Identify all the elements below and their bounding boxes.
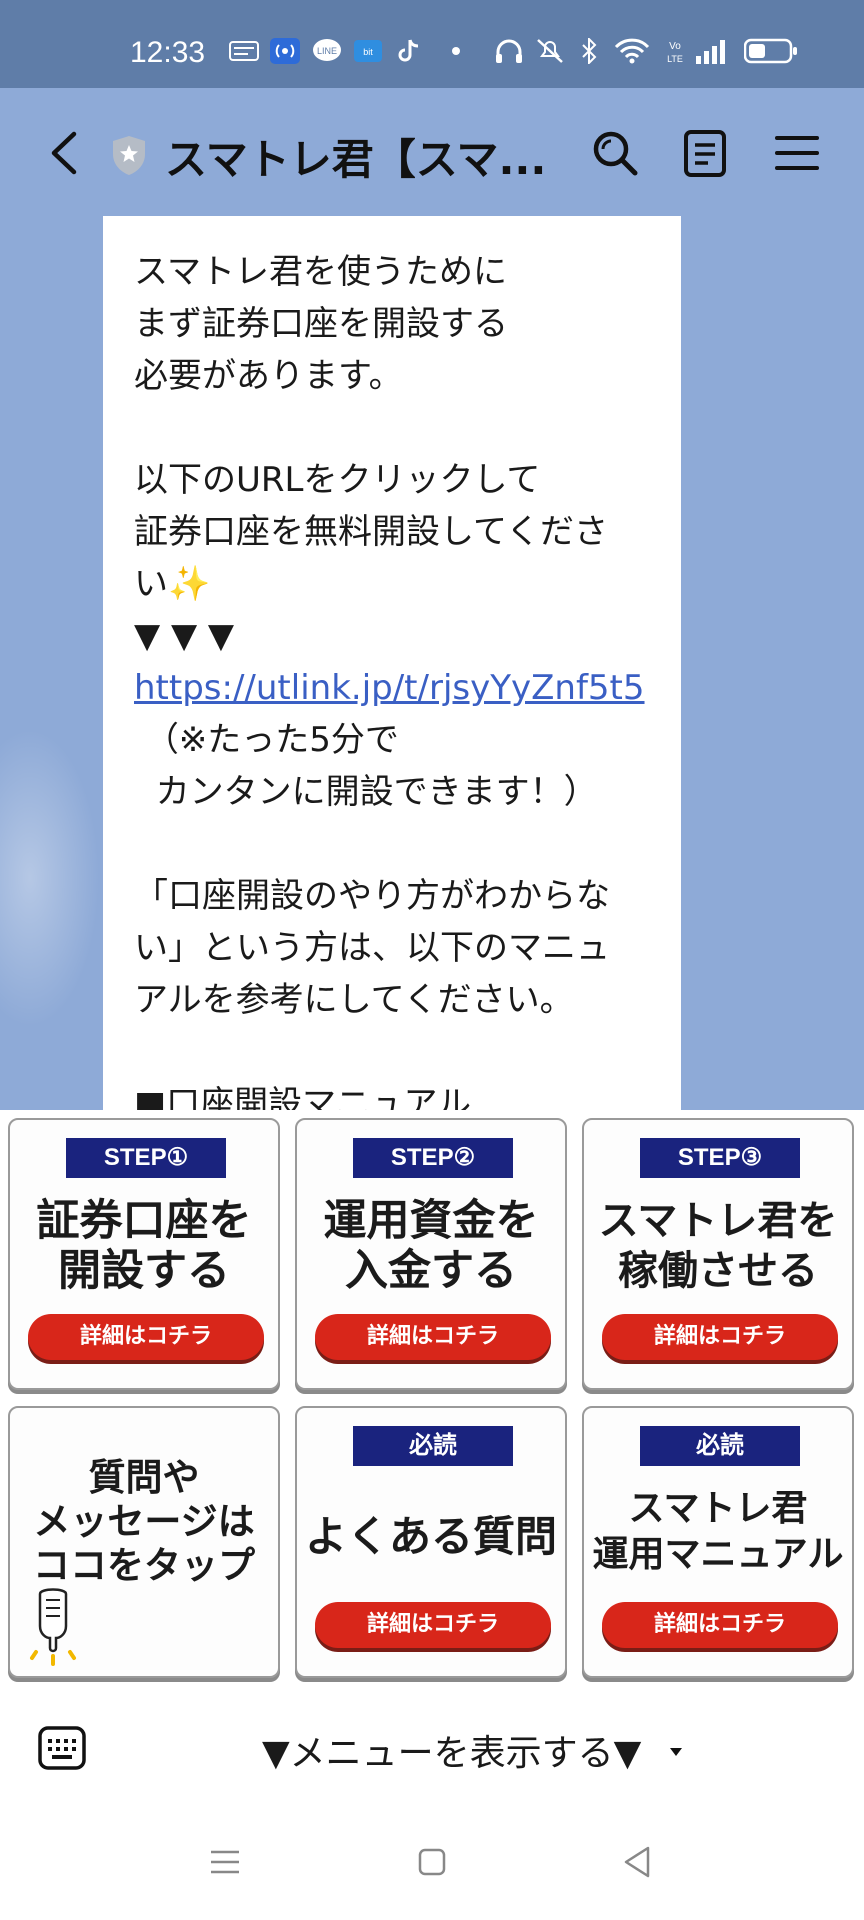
tile-step1-open-account[interactable]: STEP① 証券口座を 開設する 詳細はコチラ [8,1118,280,1390]
tile-title: 証券口座を 開設する [36,1196,252,1296]
details-button[interactable]: 詳細はコチラ [315,1314,551,1360]
tile-step3-run-bot[interactable]: STEP③ スマトレ君を 稼働させる 詳細はコチラ [582,1118,854,1390]
tile-title: スマトレ君 運用マニュアル [592,1488,844,1575]
bluetooth-icon [582,38,597,64]
details-button[interactable]: 詳細はコチラ [28,1314,264,1360]
chat-area[interactable]: スマトレ君【スマ... スマトレ君を使うために まず証券口座を開設する 必要があ… [0,88,864,1110]
message-body-bottom: （※たった5分で カンタンに開設できます！） 「口座開設のやり方がわからな い」… [134,720,610,1110]
menu-icon[interactable] [772,128,822,178]
chat-header: スマトレ君【スマ... [0,88,864,218]
tile-title: よくある質問 [304,1512,557,1561]
tile-manual[interactable]: 必読 スマトレ君 運用マニュアル 詳細はコチラ [582,1406,854,1678]
tile-send-message[interactable]: 質問や メッセージは ココをタップ [8,1406,280,1678]
rich-menu: STEP① 証券口座を 開設する 詳細はコチラ STEP② 運用資金を 入金する… [0,1110,864,1690]
step-badge: STEP③ [640,1138,800,1178]
step-badge: STEP① [66,1138,226,1178]
battery-icon [744,38,797,64]
pointing-hand-icon [30,1588,76,1666]
details-button[interactable]: 詳細はコチラ [602,1314,838,1360]
svg-text:Vo: Vo [669,41,681,52]
system-nav-bar [0,1800,864,1920]
tile-title: スマトレ君を 稼働させる [598,1198,838,1294]
svg-text:bit: bit [363,47,373,57]
bottom-bar: ▼メニューを表示する▼ [0,1690,864,1800]
must-read-badge: 必読 [353,1426,513,1466]
volte-icon: Vo LTE [667,41,683,64]
message-text: スマトレ君を使うために まず証券口座を開設する 必要があります。 以下のURLを… [134,246,664,1110]
details-button[interactable]: 詳細はコチラ [315,1602,551,1648]
status-time: 12:33 [130,36,206,69]
tile-title: 質問や メッセージは ココをタップ [33,1456,255,1587]
svg-text:LTE: LTE [667,54,683,64]
message-body-top: スマトレ君を使うために まず証券口座を開設する 必要があります。 以下のURLを… [134,252,608,656]
chevron-down-icon[interactable] [668,1746,684,1758]
back-icon[interactable] [44,128,84,178]
background-cloud [0,728,100,1028]
tile-title: 運用資金を 入金する [323,1196,539,1296]
details-button[interactable]: 詳細はコチラ [602,1602,838,1648]
account-open-link[interactable]: https://utlink.jp/t/rjsyYyZnf5t5 [134,668,645,708]
menu-toggle-button[interactable]: ▼メニューを表示する▼ [262,1724,641,1776]
search-icon[interactable] [590,128,640,178]
chat-title: スマトレ君【スマ... [165,135,547,184]
status-bar: 12:33 LINE bit Vo LTE [0,0,864,88]
headphones-icon [496,39,522,63]
step-badge: STEP② [353,1138,513,1178]
svg-text:LINE: LINE [317,46,337,56]
notes-icon[interactable] [680,128,730,178]
tile-faq[interactable]: 必読 よくある質問 詳細はコチラ [295,1406,567,1678]
app-icon: bit [354,40,382,62]
notification-icon [229,41,259,61]
shield-icon [113,136,145,175]
home-icon[interactable] [412,1842,452,1882]
line-icon: LINE [313,39,341,61]
dot-icon [452,47,460,55]
mute-icon [537,39,563,63]
tile-step2-deposit[interactable]: STEP② 運用資金を 入金する 詳細はコチラ [295,1118,567,1390]
recent-apps-icon[interactable] [205,1842,245,1882]
wifi-icon [614,38,650,64]
tiktok-icon [398,39,419,62]
back-nav-icon[interactable] [618,1842,658,1882]
message-bubble: スマトレ君を使うために まず証券口座を開設する 必要があります。 以下のURLを… [103,216,681,1110]
radio-icon [270,38,300,64]
keyboard-icon[interactable] [38,1726,86,1770]
must-read-badge: 必読 [640,1426,800,1466]
signal-icon [696,40,725,64]
